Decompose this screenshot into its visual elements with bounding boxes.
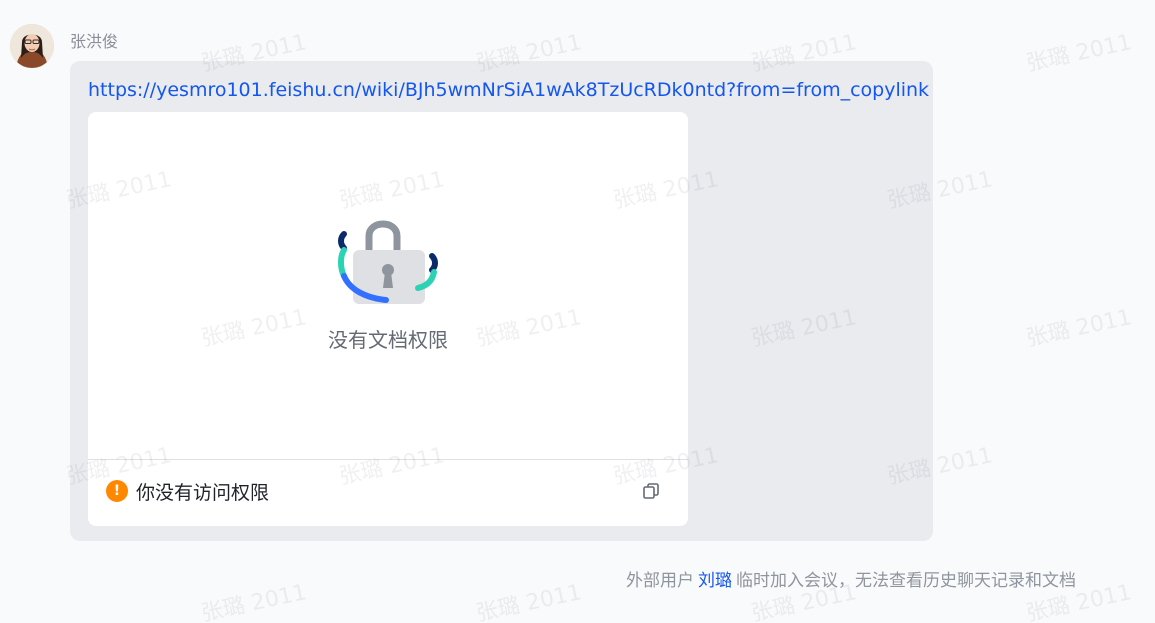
sender-name[interactable]: 张洪俊 xyxy=(70,28,118,52)
card-divider xyxy=(88,459,688,460)
warning-icon: ! xyxy=(106,480,128,502)
watermark: 张璐 2011 xyxy=(474,580,584,623)
sender-avatar[interactable] xyxy=(10,24,54,68)
watermark: 张璐 2011 xyxy=(199,580,309,623)
chat-page: 张洪俊 https://yesmro101.feishu.cn/wiki/BJh… xyxy=(0,0,1155,623)
card-footer: ! 你没有访问权限 xyxy=(106,478,269,504)
system-notice: 外部用户 刘璐 临时加入会议，无法查看历史聊天记录和文档 xyxy=(626,566,1076,591)
doc-link[interactable]: https://yesmro101.feishu.cn/wiki/BJh5wmN… xyxy=(88,79,929,101)
watermark: 张璐 2011 xyxy=(1024,305,1134,352)
external-user-link[interactable]: 刘璐 xyxy=(698,571,732,591)
notice-prefix: 外部用户 xyxy=(626,571,694,591)
avatar-image xyxy=(10,24,54,68)
access-denied-text: 你没有访问权限 xyxy=(136,481,270,504)
message-bubble: https://yesmro101.feishu.cn/wiki/BJh5wmN… xyxy=(70,61,933,541)
doc-preview-card[interactable]: 没有文档权限 ! 你没有访问权限 xyxy=(88,112,688,526)
notice-suffix: 临时加入会议，无法查看历史聊天记录和文档 xyxy=(736,571,1076,591)
no-permission-title: 没有文档权限 xyxy=(328,328,448,352)
lock-icon xyxy=(338,220,438,304)
watermark: 张璐 2011 xyxy=(1024,30,1134,77)
copy-icon[interactable] xyxy=(641,481,661,501)
